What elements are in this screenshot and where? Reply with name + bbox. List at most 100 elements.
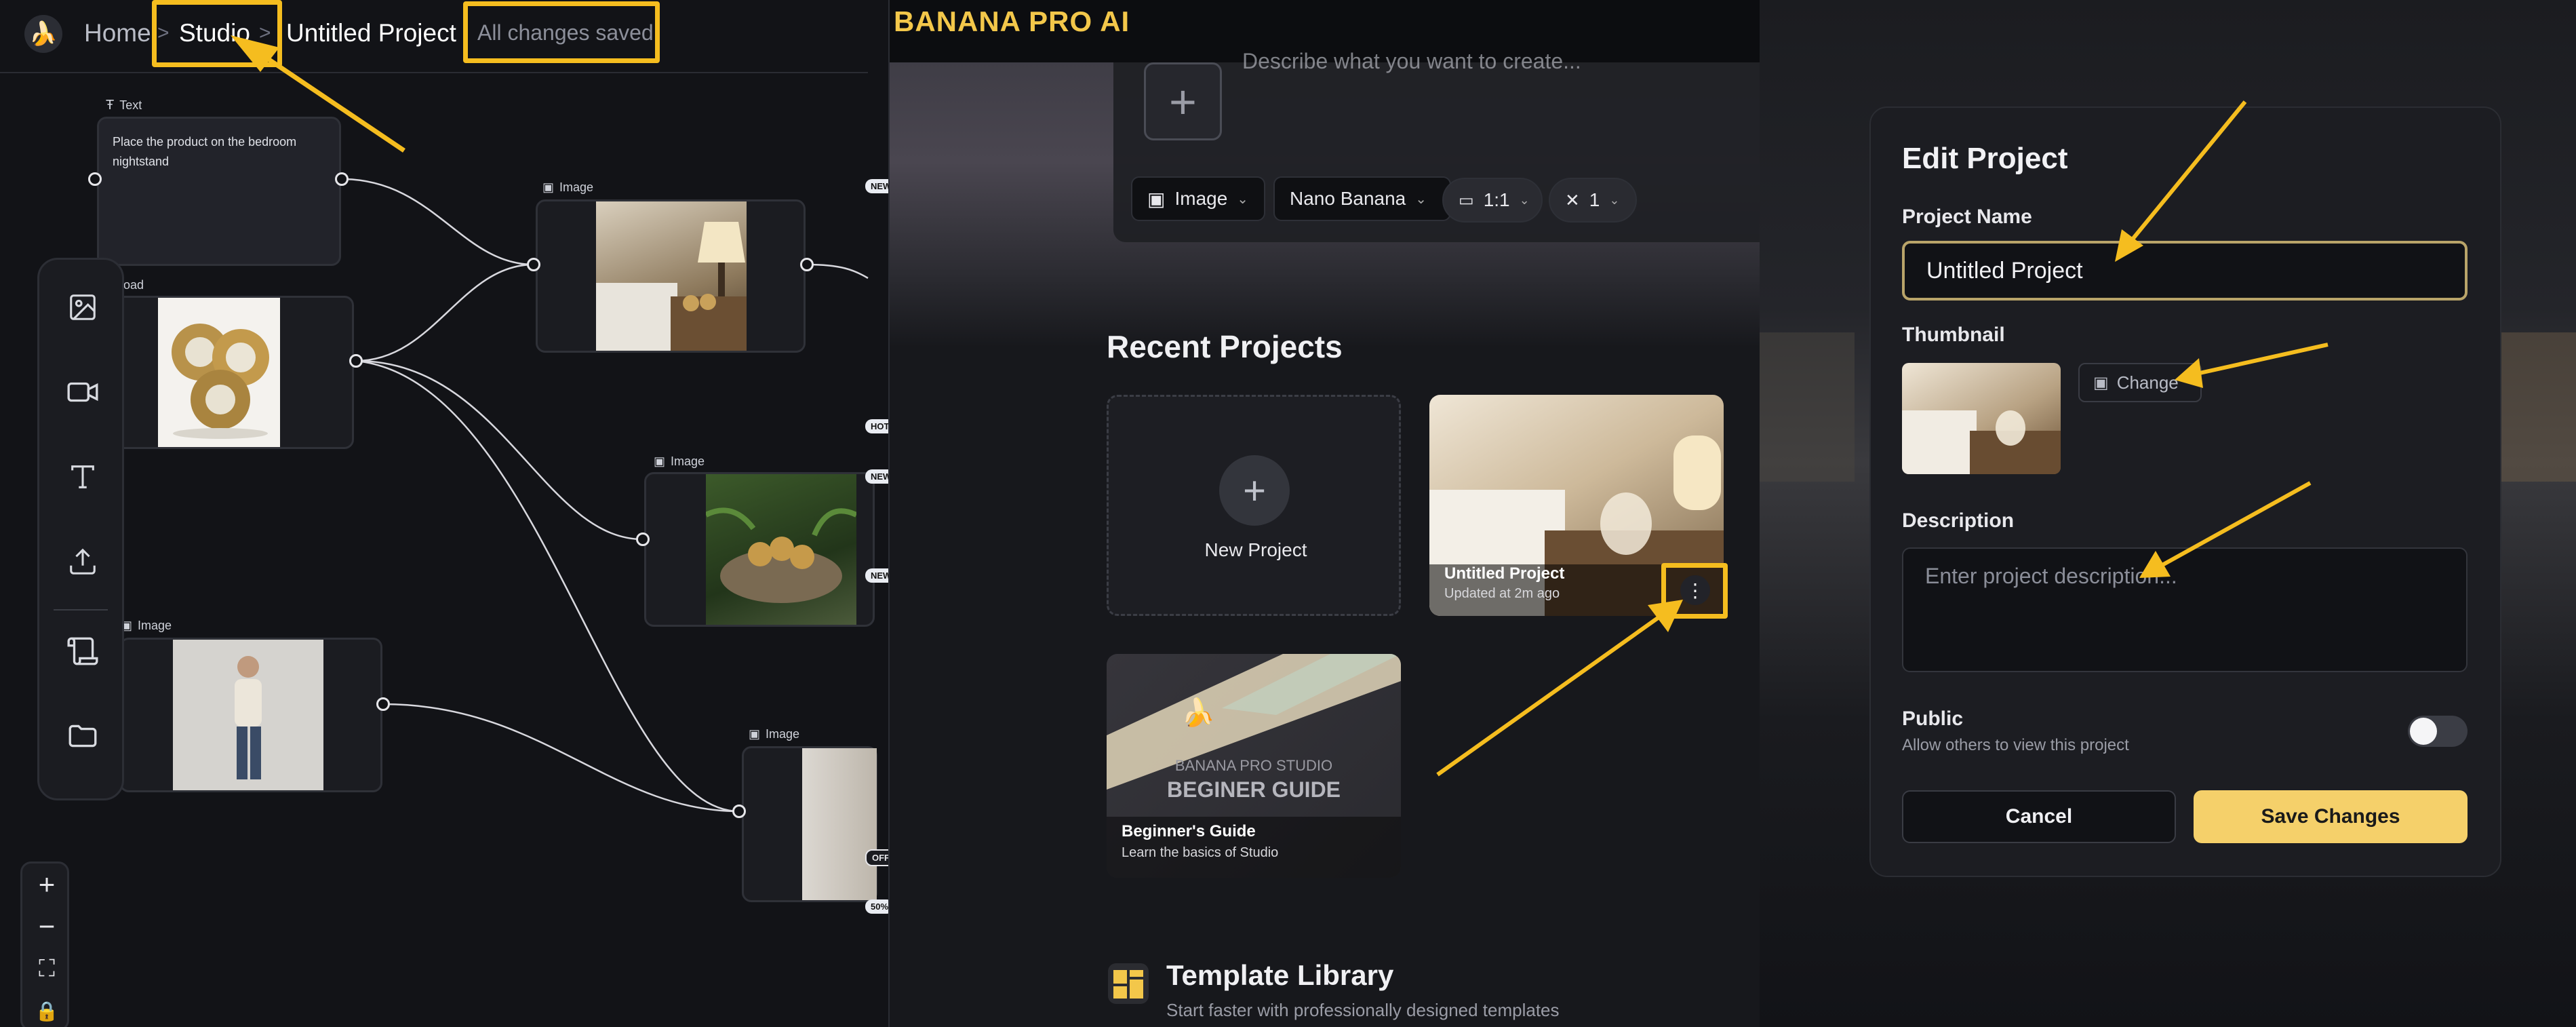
- badge-new: NEW: [865, 568, 888, 583]
- recent-projects-title: Recent Projects: [1107, 329, 1343, 364]
- bedroom-image: [596, 201, 747, 351]
- chevron-down-icon: ⌄: [1609, 193, 1620, 207]
- close-icon: ✕: [1565, 189, 1580, 210]
- text-node-label: Text: [119, 98, 142, 112]
- ratio-select[interactable]: ▭ 1:1 ⌄: [1442, 178, 1543, 222]
- new-project-label: New Project: [1204, 539, 1307, 560]
- tool-sidebar: [37, 258, 124, 800]
- public-hint: Allow others to view this project: [1902, 736, 2129, 754]
- forest-image: [705, 474, 858, 625]
- change-thumbnail-label: Change: [2116, 372, 2179, 393]
- backdrop-shape: [1760, 332, 1855, 482]
- image-node-label: Image: [559, 180, 594, 194]
- edit-project-modal: Edit Project Project Name Untitled Proje…: [1869, 106, 2501, 877]
- image-node-bedroom[interactable]: [536, 199, 806, 353]
- node-port[interactable]: [732, 805, 746, 818]
- project-name-input[interactable]: Untitled Project: [1902, 241, 2468, 301]
- image-node-model[interactable]: [119, 638, 382, 792]
- image-node-header: ▣ Image: [654, 454, 705, 469]
- video-tool-icon[interactable]: [39, 358, 126, 426]
- project-card-title: Untitled Project: [1444, 564, 1565, 583]
- badge-off: OFF: [865, 849, 888, 866]
- count-select-value: 1: [1589, 189, 1600, 210]
- image-node-icon: ▣: [654, 454, 666, 468]
- node-port[interactable]: [527, 258, 540, 271]
- badge-hot: HOT: [865, 419, 888, 433]
- upload-node[interactable]: [115, 296, 354, 449]
- image-node-header: ▣ Image: [749, 727, 799, 741]
- description-label: Description: [1902, 509, 2015, 532]
- image-node-label: Image: [766, 727, 800, 741]
- image-node-icon: ▣: [749, 727, 761, 741]
- image-node-forest[interactable]: [644, 472, 875, 627]
- ratio-select-value: 1:1: [1483, 189, 1510, 210]
- node-port[interactable]: [376, 697, 390, 711]
- image-node-header: ▣ Image: [121, 619, 172, 633]
- save-changes-button[interactable]: Save Changes: [2194, 790, 2468, 843]
- text-tool-icon[interactable]: [39, 443, 126, 511]
- partial-image: [802, 748, 877, 900]
- guide-card-subtitle: Learn the basics of Studio: [1122, 845, 1279, 860]
- add-reference-button[interactable]: +: [1144, 62, 1222, 140]
- upload-tool-icon[interactable]: [39, 528, 126, 596]
- model-select-value: Nano Banana: [1290, 188, 1406, 209]
- banana-pro-panel: BANANA PRO AI + Describe what you want t…: [888, 0, 1760, 1027]
- badge-percent: 50%: [865, 899, 888, 914]
- chocolates-image: [172, 324, 269, 439]
- node-port[interactable]: [349, 354, 363, 368]
- tool-divider: [54, 609, 108, 611]
- model-image: [173, 640, 323, 790]
- model-select[interactable]: Nano Banana ⌄: [1273, 176, 1451, 221]
- cancel-button[interactable]: Cancel: [1902, 790, 2176, 843]
- folder-icon[interactable]: [39, 702, 126, 770]
- change-thumbnail-button[interactable]: ▣ Change: [2078, 363, 2202, 402]
- aspect-ratio-icon: ▭: [1459, 191, 1474, 210]
- product-image: [158, 298, 280, 447]
- more-options-icon[interactable]: ⋮: [1680, 575, 1710, 605]
- script-tool-icon[interactable]: [39, 617, 126, 685]
- guide-banner-line2: BEGINER GUIDE: [1166, 777, 1341, 802]
- zoom-in-button[interactable]: +: [22, 864, 71, 906]
- template-library-subtitle: Start faster with professionally designe…: [1166, 1000, 1560, 1020]
- image-tool-icon[interactable]: [39, 273, 126, 341]
- image-icon: ▣: [1147, 188, 1166, 210]
- lock-icon[interactable]: 🔒: [22, 990, 71, 1027]
- badge-new: NEW: [865, 179, 888, 193]
- modal-title: Edit Project: [1902, 142, 2068, 175]
- description-textarea[interactable]: Enter project description...: [1902, 547, 2468, 672]
- plus-icon: +: [1219, 455, 1290, 526]
- toggle-knob: [2410, 718, 2437, 745]
- node-port[interactable]: [800, 258, 814, 271]
- text-node[interactable]: Place the product on the bedroom nightst…: [97, 117, 341, 266]
- fit-view-button[interactable]: ⛶: [22, 948, 71, 990]
- type-select[interactable]: ▣ Image ⌄: [1131, 176, 1265, 221]
- template-library-title: Template Library: [1166, 959, 1394, 991]
- image-node-partial[interactable]: [742, 746, 877, 902]
- guide-banner-line1: BANANA PRO STUDIO: [1174, 757, 1333, 774]
- image-node-label: Image: [671, 454, 705, 468]
- project-card-subtitle: Updated at 2m ago: [1444, 586, 1560, 601]
- node-port[interactable]: [636, 532, 650, 546]
- brand-logo[interactable]: BANANA PRO AI: [894, 5, 1130, 38]
- image-node-header: ▣ Image: [542, 180, 593, 195]
- backdrop-shape: [2492, 332, 2576, 482]
- node-port[interactable]: [88, 172, 102, 186]
- template-library-icon: [1108, 963, 1149, 1004]
- new-project-card[interactable]: + New Project: [1107, 395, 1401, 616]
- image-node-icon: ▣: [542, 180, 555, 194]
- studio-panel: 🍌 Home > Studio > Untitled Project All c…: [0, 0, 888, 1027]
- project-card-guide[interactable]: 🍌 BANANA PRO STUDIO BEGINER GUIDE Beginn…: [1107, 654, 1401, 878]
- thumbnail-preview: [1902, 363, 2061, 474]
- count-select[interactable]: ✕ 1 ⌄: [1549, 178, 1637, 222]
- zoom-out-button[interactable]: −: [22, 906, 71, 948]
- node-port[interactable]: [335, 172, 349, 186]
- public-toggle[interactable]: [2408, 716, 2468, 747]
- type-select-value: Image: [1174, 188, 1228, 209]
- image-node-label: Image: [138, 619, 172, 632]
- badge-new: NEW: [865, 469, 888, 484]
- guide-card-title: Beginner's Guide: [1122, 822, 1256, 840]
- image-icon: ▣: [2093, 373, 2109, 392]
- public-label: Public: [1902, 708, 1964, 730]
- prompt-placeholder[interactable]: Describe what you want to create...: [1242, 49, 1581, 74]
- project-name-label: Project Name: [1902, 206, 2032, 228]
